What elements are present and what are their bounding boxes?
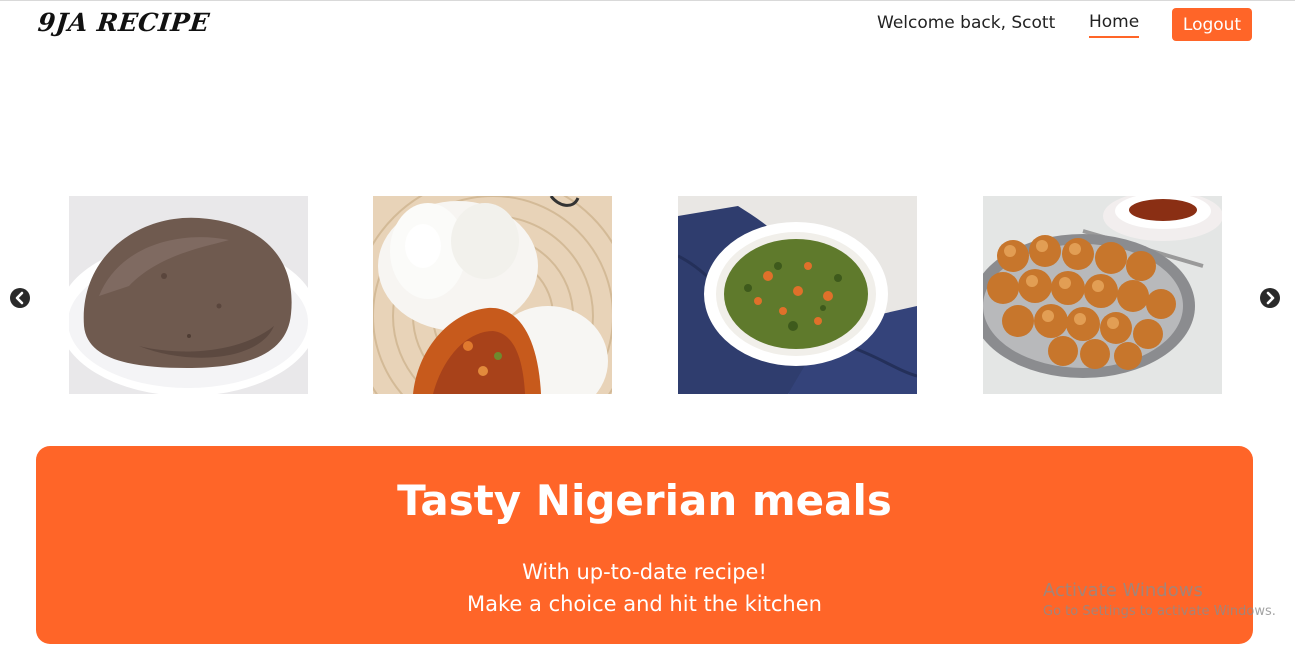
top-border	[0, 0, 1295, 1]
carousel-slide-4[interactable]	[983, 196, 1222, 394]
site-logo[interactable]: 9JA RECIPE	[36, 8, 211, 37]
activate-windows-watermark: Activate Windows Go to Settings to activ…	[1043, 580, 1276, 619]
chevron-left-icon	[15, 291, 24, 305]
carousel-next-button[interactable]	[1260, 288, 1280, 308]
watermark-subtitle: Go to Settings to activate Windows.	[1043, 604, 1276, 619]
food-image-puff-puff	[983, 196, 1222, 394]
food-image-amala	[69, 196, 308, 394]
nav-home-link[interactable]: Home	[1089, 12, 1139, 32]
carousel-prev-button[interactable]	[10, 288, 30, 308]
chevron-right-icon	[1266, 291, 1275, 305]
watermark-title: Activate Windows	[1043, 580, 1203, 601]
carousel-slide-3[interactable]	[678, 196, 917, 394]
nav-active-indicator	[1089, 36, 1139, 38]
carousel-slide-1[interactable]	[69, 196, 308, 394]
carousel-slide-2[interactable]	[373, 196, 612, 394]
hero-title: Tasty Nigerian meals	[397, 476, 892, 525]
food-image-vegetable-soup	[678, 196, 917, 394]
welcome-message: Welcome back, Scott	[877, 13, 1056, 33]
food-image-pounded-yam-stew	[373, 196, 612, 394]
logout-button[interactable]: Logout	[1172, 8, 1252, 41]
